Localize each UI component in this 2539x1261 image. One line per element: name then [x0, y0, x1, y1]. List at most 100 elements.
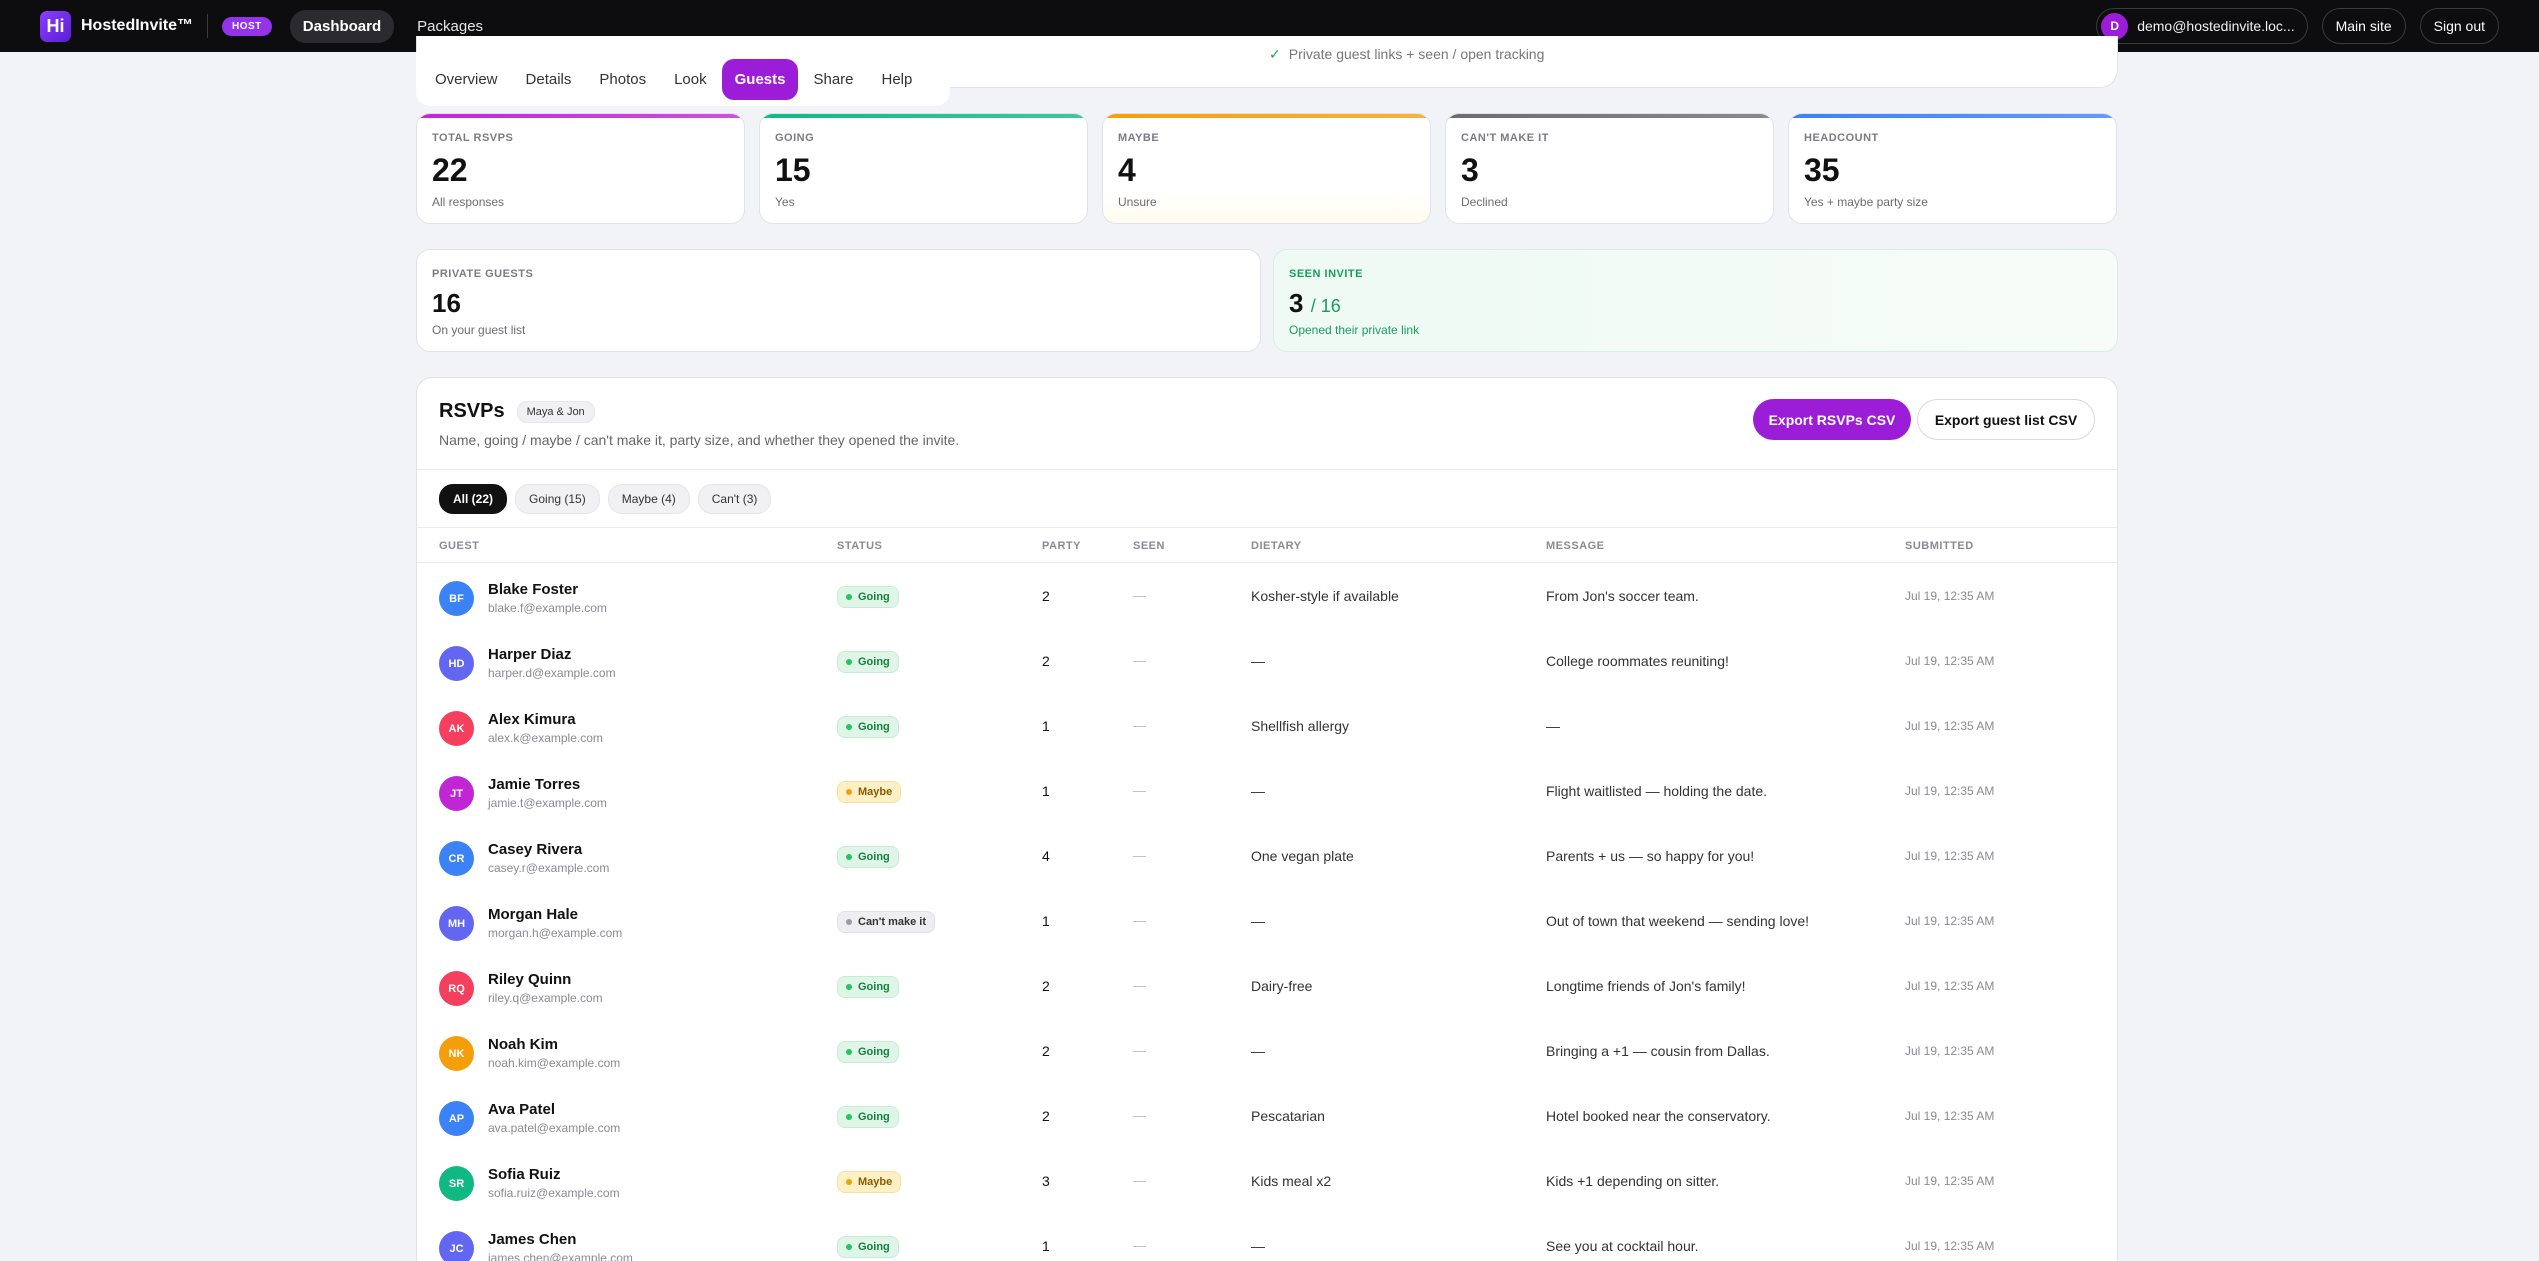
tab-details[interactable]: Details: [513, 59, 585, 100]
status-badge: Maybe: [837, 1171, 902, 1193]
submitted-at: Jul 19, 12:35 AM: [1905, 654, 1995, 668]
event-chip: Maya & Jon: [516, 400, 595, 423]
brand-name[interactable]: HostedInvite™: [81, 17, 193, 35]
tab-overview[interactable]: Overview: [422, 59, 511, 100]
seen-value: —: [1133, 1043, 1146, 1058]
column-seen[interactable]: SEEN: [1133, 540, 1165, 552]
user-menu[interactable]: D demo@hostedinvite.loc...: [2096, 8, 2308, 44]
table-row[interactable]: CR Casey Rivera casey.r@example.com Going 4 —…: [417, 824, 2117, 889]
submitted-at: Jul 19, 12:35 AM: [1905, 1174, 1995, 1188]
column-party[interactable]: PARTY: [1042, 540, 1081, 552]
status-dot-icon: [846, 984, 852, 990]
tab-guests[interactable]: Guests: [721, 58, 799, 100]
submitted-at: Jul 19, 12:35 AM: [1905, 589, 1995, 603]
table-row[interactable]: NK Noah Kim noah.kim@example.com Going 2 — — Br…: [417, 1019, 2117, 1084]
export-rsvps-button[interactable]: Export RSVPs CSV: [1753, 399, 1911, 440]
guest-avatar: JC: [439, 1231, 474, 1261]
party-size: 2: [1042, 1108, 1050, 1124]
guest-email: riley.q@example.com: [488, 991, 603, 1005]
column-message[interactable]: MESSAGE: [1546, 540, 1605, 552]
main-site-button[interactable]: Main site: [2321, 8, 2406, 44]
submitted-at: Jul 19, 12:35 AM: [1905, 979, 1995, 993]
message: Flight waitlisted — holding the date.: [1546, 783, 1768, 799]
tab-look[interactable]: Look: [661, 59, 720, 100]
stat-going: Going 15 Yes: [759, 113, 1088, 224]
sign-out-button[interactable]: Sign out: [2419, 8, 2499, 44]
guest-avatar: RQ: [439, 971, 474, 1006]
nav-divider: [207, 14, 209, 38]
guest-email: ava.patel@example.com: [488, 1121, 621, 1135]
filter-cant[interactable]: Can't (3): [697, 484, 772, 514]
guest-name: Morgan Hale: [488, 906, 579, 923]
status-filters: All (22) Going (15) Maybe (4) Can't (3): [439, 484, 772, 514]
seen-value: —: [1133, 1108, 1146, 1123]
table-row[interactable]: JT Jamie Torres jamie.t@example.com Maybe 1 —…: [417, 759, 2117, 824]
submitted-at: Jul 19, 12:35 AM: [1905, 784, 1995, 798]
status-badge: Going: [837, 651, 899, 673]
divider: [417, 469, 2117, 470]
rsvps-panel: RSVPs Maya & Jon Name, going / maybe / c…: [416, 377, 2118, 1261]
table-row[interactable]: SR Sofia Ruiz sofia.ruiz@example.com Maybe 3…: [417, 1149, 2117, 1214]
table-row[interactable]: AP Ava Patel ava.patel@example.com Going 2 — P…: [417, 1084, 2117, 1149]
seen-invite-value-wrap: 3 / 16: [1289, 288, 2102, 319]
table-row[interactable]: MH Morgan Hale morgan.h@example.com Can't m…: [417, 889, 2117, 954]
table-row[interactable]: BF Blake Foster blake.f@example.com Going 2 —…: [417, 564, 2117, 629]
rsvps-title: RSVPs: [439, 400, 505, 422]
seen-invite-value: 3: [1289, 288, 1304, 318]
filter-going[interactable]: Going (15): [515, 484, 600, 514]
seen-value: —: [1133, 783, 1146, 798]
stat-label: Total RSVPs: [432, 132, 514, 144]
message: From Jon's soccer team.: [1546, 588, 1699, 604]
export-guest-list-button[interactable]: Export guest list CSV: [1917, 399, 2095, 440]
guest-name: Jamie Torres: [488, 776, 581, 793]
status-dot-icon: [846, 919, 852, 925]
column-status[interactable]: STATUS: [837, 540, 882, 552]
filter-maybe[interactable]: Maybe (4): [607, 484, 690, 514]
status-badge: Going: [837, 846, 899, 868]
party-size: 1: [1042, 718, 1050, 734]
stat-accent-bar: [760, 114, 1087, 118]
table-row[interactable]: AK Alex Kimura alex.k@example.com Going 1 — Sh…: [417, 694, 2117, 759]
status-label: Going: [858, 721, 890, 733]
message: Parents + us — so happy for you!: [1546, 848, 1755, 864]
guest-avatar: JT: [439, 776, 474, 811]
stat-total-rsvps: Total RSVPs 22 All responses: [416, 113, 745, 224]
party-size: 2: [1042, 978, 1050, 994]
guest-name: Riley Quinn: [488, 971, 572, 988]
dietary: Kids meal x2: [1251, 1173, 1332, 1189]
message: Bringing a +1 — cousin from Dallas.: [1546, 1043, 1770, 1059]
tab-share[interactable]: Share: [800, 59, 866, 100]
status-dot-icon: [846, 659, 852, 665]
guest-name: James Chen: [488, 1231, 577, 1248]
party-size: 1: [1042, 783, 1050, 799]
message: —: [1546, 718, 1560, 734]
status-label: Going: [858, 981, 890, 993]
tab-photos[interactable]: Photos: [586, 59, 659, 100]
nav-link-dashboard[interactable]: Dashboard: [289, 9, 395, 43]
banner-label: Private guest links + seen / open tracki…: [1288, 46, 1545, 62]
table-row[interactable]: RQ Riley Quinn riley.q@example.com Going 2 — D…: [417, 954, 2117, 1019]
logo-icon[interactable]: Hi: [40, 10, 71, 42]
guest-avatar: MH: [439, 906, 474, 941]
column-guest[interactable]: GUEST: [439, 540, 479, 552]
table-row[interactable]: JC James Chen james.chen@example.com Going 1…: [417, 1214, 2117, 1261]
seen-value: —: [1133, 978, 1146, 993]
stat-label: Maybe: [1118, 132, 1160, 144]
guest-email: casey.r@example.com: [488, 861, 610, 875]
guest-name: Casey Rivera: [488, 841, 583, 858]
filter-all[interactable]: All (22): [439, 484, 508, 514]
column-submitted[interactable]: SUBMITTED: [1905, 540, 1974, 552]
status-label: Going: [858, 1241, 890, 1253]
status-badge: Going: [837, 1106, 899, 1128]
party-size: 4: [1042, 848, 1050, 864]
stat-cant-make-it: Can't make it 3 Declined: [1445, 113, 1774, 224]
seen-value: —: [1133, 913, 1146, 928]
stat-sub: Yes: [775, 195, 795, 209]
status-dot-icon: [846, 1179, 852, 1185]
host-badge: HOST: [222, 16, 272, 36]
tab-help[interactable]: Help: [869, 59, 926, 100]
dietary: Dairy-free: [1251, 978, 1313, 994]
table-row[interactable]: HD Harper Diaz harper.d@example.com Going 2 —…: [417, 629, 2117, 694]
column-dietary[interactable]: DIETARY: [1251, 540, 1302, 552]
guest-avatar: NK: [439, 1036, 474, 1071]
